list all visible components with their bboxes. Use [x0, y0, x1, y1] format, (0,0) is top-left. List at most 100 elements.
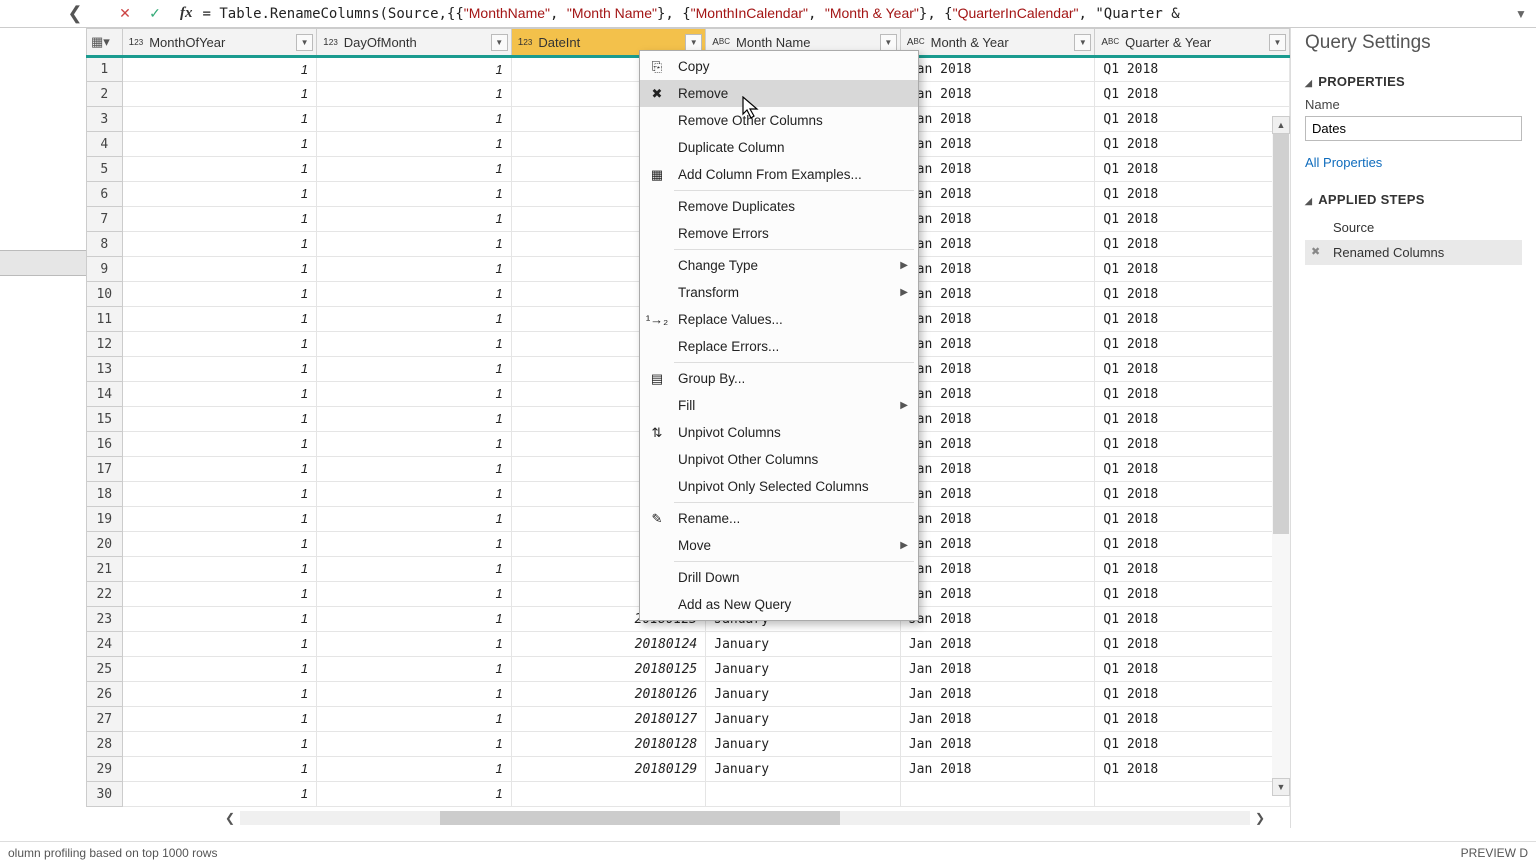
cell[interactable]: Q1 2018 [1095, 332, 1290, 357]
cell[interactable]: 1 [317, 707, 512, 732]
row-number[interactable]: 21 [87, 557, 123, 582]
cell[interactable]: January [706, 682, 901, 707]
cell[interactable]: 1 [317, 57, 512, 82]
table-row[interactable]: 291120180129JanuaryJan 2018Q1 2018 [87, 757, 1290, 782]
cell[interactable]: 20180128 [511, 732, 706, 757]
cell[interactable]: 1 [317, 432, 512, 457]
cell[interactable]: 1 [317, 107, 512, 132]
row-number[interactable]: 28 [87, 732, 123, 757]
cell[interactable]: 1 [122, 132, 317, 157]
cell[interactable]: 1 [122, 432, 317, 457]
cell[interactable]: 1 [317, 582, 512, 607]
expand-formula-icon[interactable]: ▼ [1506, 7, 1536, 21]
cell[interactable]: Q1 2018 [1095, 457, 1290, 482]
cell[interactable]: Q1 2018 [1095, 607, 1290, 632]
cell[interactable]: 1 [317, 407, 512, 432]
back-icon[interactable]: ❮ [60, 0, 90, 28]
row-number[interactable]: 14 [87, 382, 123, 407]
menu-copy[interactable]: ⎘Copy [640, 53, 918, 80]
row-number[interactable]: 8 [87, 232, 123, 257]
menu-change-type[interactable]: Change Type▶ [640, 252, 918, 279]
scroll-right-icon[interactable]: ❯ [1250, 809, 1270, 827]
cell[interactable]: 1 [317, 507, 512, 532]
cell[interactable]: Jan 2018 [900, 232, 1095, 257]
cell[interactable]: Jan 2018 [900, 407, 1095, 432]
cell[interactable]: Jan 2018 [900, 682, 1095, 707]
delete-step-icon[interactable]: ✖ [1311, 245, 1320, 258]
cell[interactable]: Q1 2018 [1095, 107, 1290, 132]
properties-section[interactable]: PROPERTIES [1305, 74, 1522, 89]
cell[interactable] [706, 782, 901, 807]
cell[interactable]: 1 [317, 782, 512, 807]
cell[interactable]: 1 [122, 782, 317, 807]
menu-unpivot-other-columns[interactable]: Unpivot Other Columns [640, 446, 918, 473]
row-number[interactable]: 27 [87, 707, 123, 732]
table-row[interactable]: 241120180124JanuaryJan 2018Q1 2018 [87, 632, 1290, 657]
cell[interactable]: 1 [122, 657, 317, 682]
column-filter-icon[interactable]: ▼ [1074, 34, 1091, 51]
column-header-monthofyear[interactable]: 123MonthOfYear▼ [122, 29, 317, 57]
cell[interactable]: 1 [317, 457, 512, 482]
cell[interactable]: Jan 2018 [900, 382, 1095, 407]
cell[interactable]: Q1 2018 [1095, 157, 1290, 182]
cell[interactable]: Q1 2018 [1095, 82, 1290, 107]
cell[interactable]: Jan 2018 [900, 757, 1095, 782]
scroll-thumb[interactable] [1273, 134, 1289, 534]
cell[interactable]: Jan 2018 [900, 482, 1095, 507]
cell[interactable]: Jan 2018 [900, 182, 1095, 207]
cell[interactable]: 1 [122, 332, 317, 357]
cell[interactable]: 1 [122, 682, 317, 707]
row-number[interactable]: 10 [87, 282, 123, 307]
cell[interactable]: Q1 2018 [1095, 732, 1290, 757]
cell[interactable]: Jan 2018 [900, 457, 1095, 482]
query-name-input[interactable] [1305, 116, 1522, 141]
row-number[interactable]: 24 [87, 632, 123, 657]
cell[interactable]: Q1 2018 [1095, 182, 1290, 207]
cell[interactable]: 1 [317, 357, 512, 382]
table-row[interactable]: 251120180125JanuaryJan 2018Q1 2018 [87, 657, 1290, 682]
cell[interactable]: 1 [122, 157, 317, 182]
cell[interactable]: Jan 2018 [900, 57, 1095, 82]
cell[interactable]: Q1 2018 [1095, 357, 1290, 382]
cell[interactable]: 1 [317, 557, 512, 582]
row-number[interactable]: 9 [87, 257, 123, 282]
menu-group-by[interactable]: ▤Group By... [640, 365, 918, 392]
cell[interactable]: 1 [122, 582, 317, 607]
cell[interactable]: Jan 2018 [900, 657, 1095, 682]
cell[interactable]: 1 [317, 157, 512, 182]
applied-steps-section[interactable]: APPLIED STEPS [1305, 192, 1522, 207]
cell[interactable]: Jan 2018 [900, 357, 1095, 382]
table-corner[interactable]: ▦▾ [87, 29, 123, 57]
row-number[interactable]: 5 [87, 157, 123, 182]
cell[interactable]: 1 [317, 82, 512, 107]
cell[interactable]: January [706, 632, 901, 657]
cell[interactable]: Q1 2018 [1095, 507, 1290, 532]
cell[interactable]: 1 [317, 207, 512, 232]
row-number[interactable]: 3 [87, 107, 123, 132]
menu-unpivot-only-selected-columns[interactable]: Unpivot Only Selected Columns [640, 473, 918, 500]
row-number[interactable]: 11 [87, 307, 123, 332]
cell[interactable]: 1 [122, 732, 317, 757]
cell[interactable]: Q1 2018 [1095, 232, 1290, 257]
cell[interactable]: 1 [122, 232, 317, 257]
row-number[interactable]: 6 [87, 182, 123, 207]
cancel-icon[interactable]: ✕ [110, 0, 140, 28]
row-number[interactable]: 12 [87, 332, 123, 357]
cell[interactable]: 1 [122, 457, 317, 482]
cell[interactable]: Q1 2018 [1095, 257, 1290, 282]
row-number[interactable]: 7 [87, 207, 123, 232]
cell[interactable]: 1 [122, 182, 317, 207]
cell[interactable]: 1 [122, 482, 317, 507]
cell[interactable]: Jan 2018 [900, 532, 1095, 557]
column-filter-icon[interactable]: ▼ [685, 34, 702, 51]
cell[interactable]: 1 [122, 57, 317, 82]
row-number[interactable]: 23 [87, 607, 123, 632]
queries-pane-collapsed[interactable] [0, 28, 86, 828]
menu-duplicate-column[interactable]: Duplicate Column [640, 134, 918, 161]
column-header-dayofmonth[interactable]: 123DayOfMonth▼ [317, 29, 512, 57]
row-number[interactable]: 25 [87, 657, 123, 682]
cell[interactable]: Q1 2018 [1095, 57, 1290, 82]
cell[interactable]: 1 [317, 232, 512, 257]
cell[interactable]: Q1 2018 [1095, 582, 1290, 607]
cell[interactable]: 1 [317, 332, 512, 357]
